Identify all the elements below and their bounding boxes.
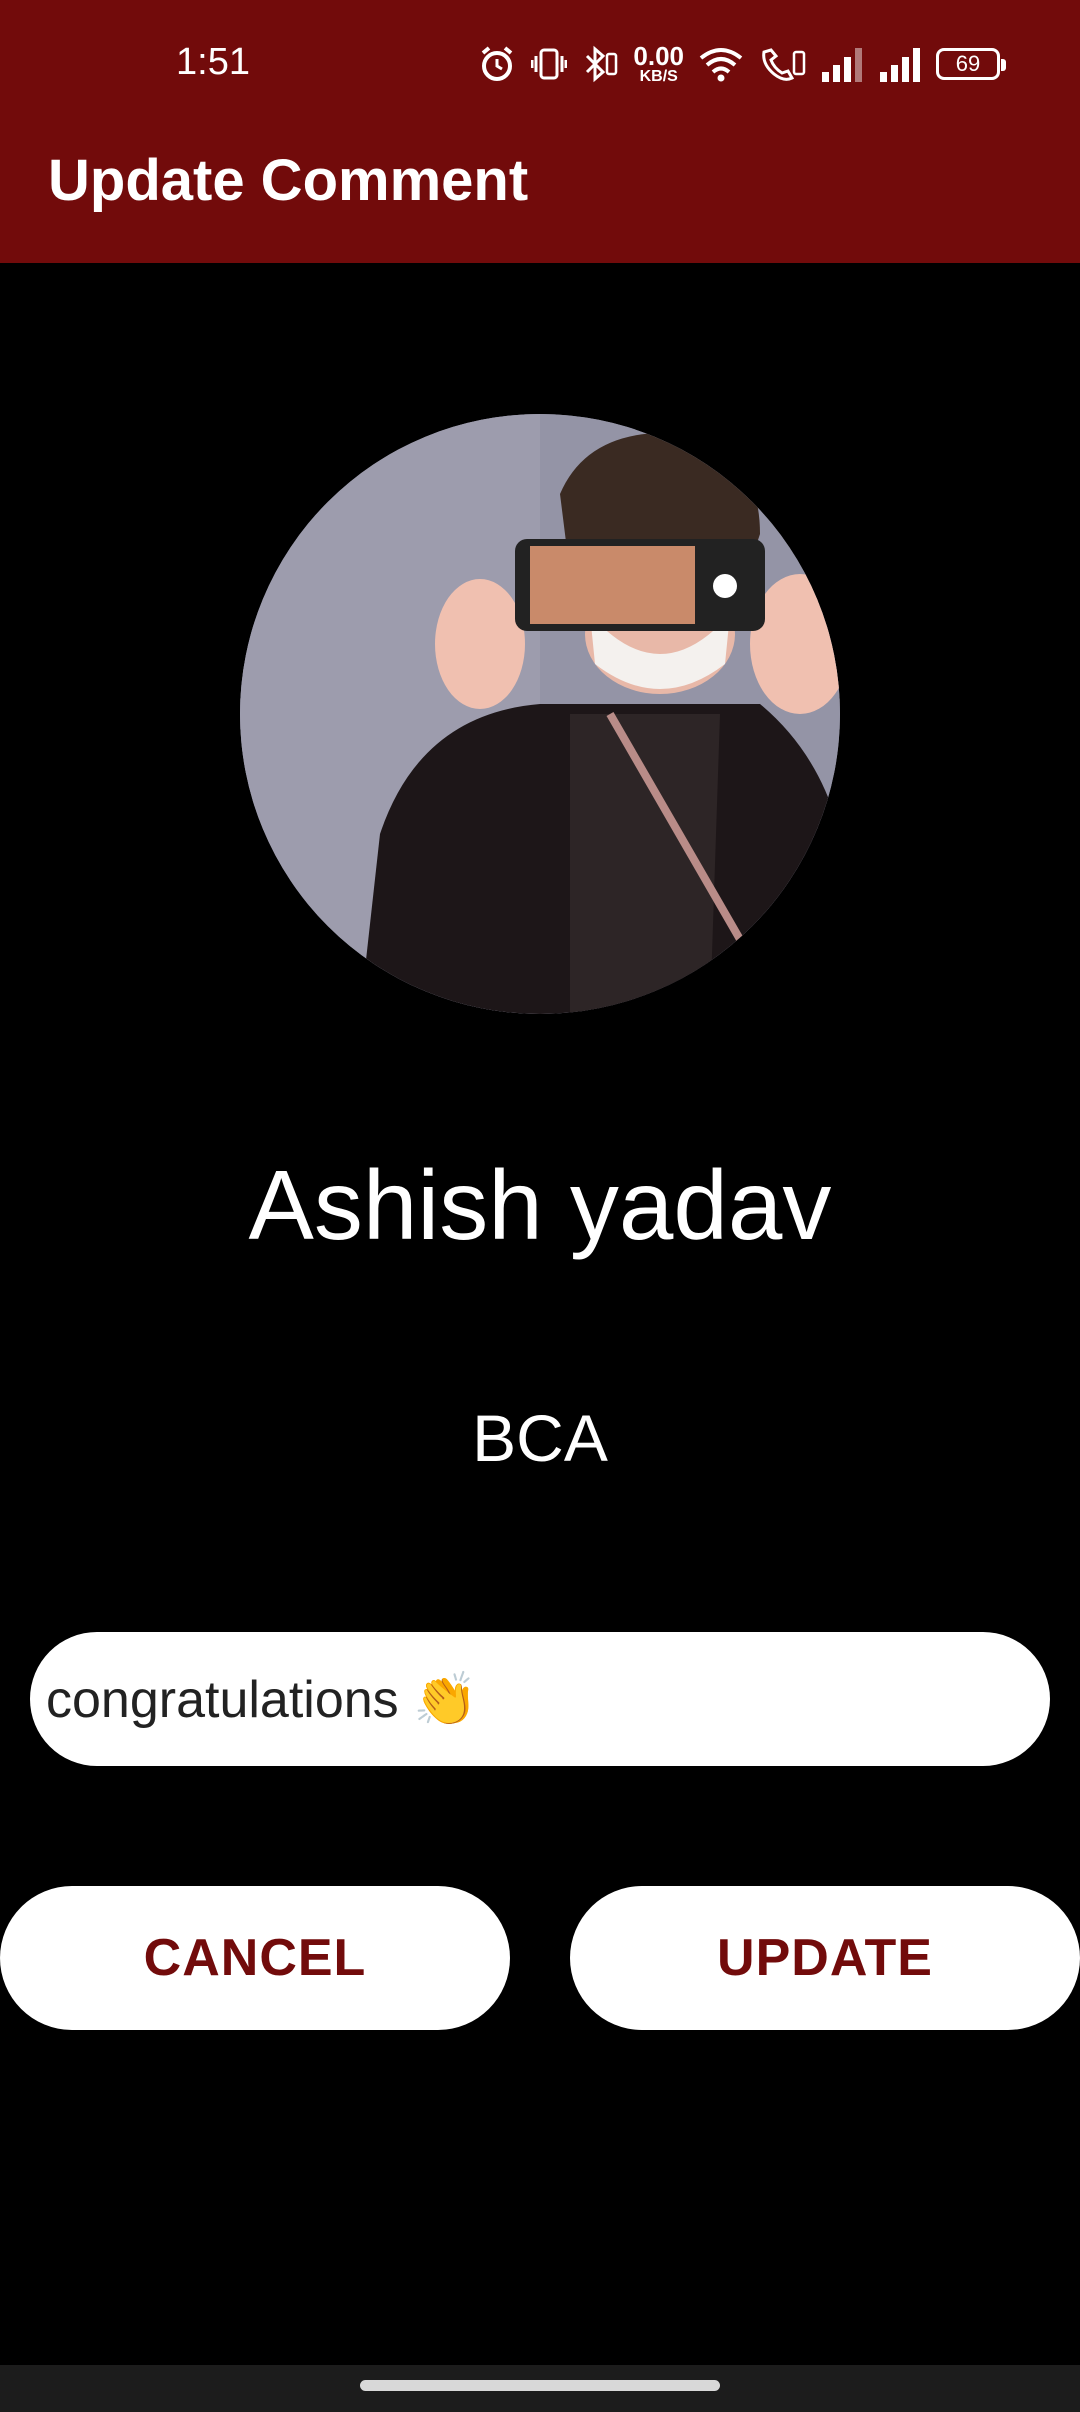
update-button[interactable]: UPDATE <box>570 1886 1080 2030</box>
system-nav-bar <box>0 2365 1080 2412</box>
cancel-button[interactable]: CANCEL <box>0 1886 510 2030</box>
volte-call-icon <box>758 42 806 86</box>
user-course: BCA <box>472 1401 608 1475</box>
status-icons: 0.00 KB/S 69 <box>477 40 1006 88</box>
wifi-icon <box>698 42 744 86</box>
user-name: Ashish yadav <box>248 1150 832 1260</box>
comment-field[interactable] <box>30 1632 1050 1766</box>
net-speed-value: 0.00 <box>633 41 684 71</box>
net-speed-unit: KB/S <box>639 68 678 85</box>
battery-level: 69 <box>936 48 1006 80</box>
vibrate-icon <box>531 42 568 86</box>
alarm-icon <box>477 42 517 86</box>
signal-icon-2 <box>878 42 922 86</box>
battery-icon: 69 <box>936 42 1006 86</box>
profile-avatar <box>240 414 840 1014</box>
comment-input[interactable] <box>46 1669 1034 1729</box>
signal-icon-1 <box>820 42 864 86</box>
gesture-handle[interactable] <box>360 2380 720 2391</box>
update-comment-screen: 1:51 0.00 KB/S 69 Update Comment Ashish … <box>0 0 1080 2412</box>
status-time: 1:51 <box>176 41 250 83</box>
page-title: Update Comment <box>48 148 529 213</box>
app-header: 1:51 0.00 KB/S 69 Update Comment <box>0 0 1080 263</box>
net-speed: 0.00 KB/S <box>633 42 684 86</box>
bluetooth-icon <box>581 42 619 86</box>
